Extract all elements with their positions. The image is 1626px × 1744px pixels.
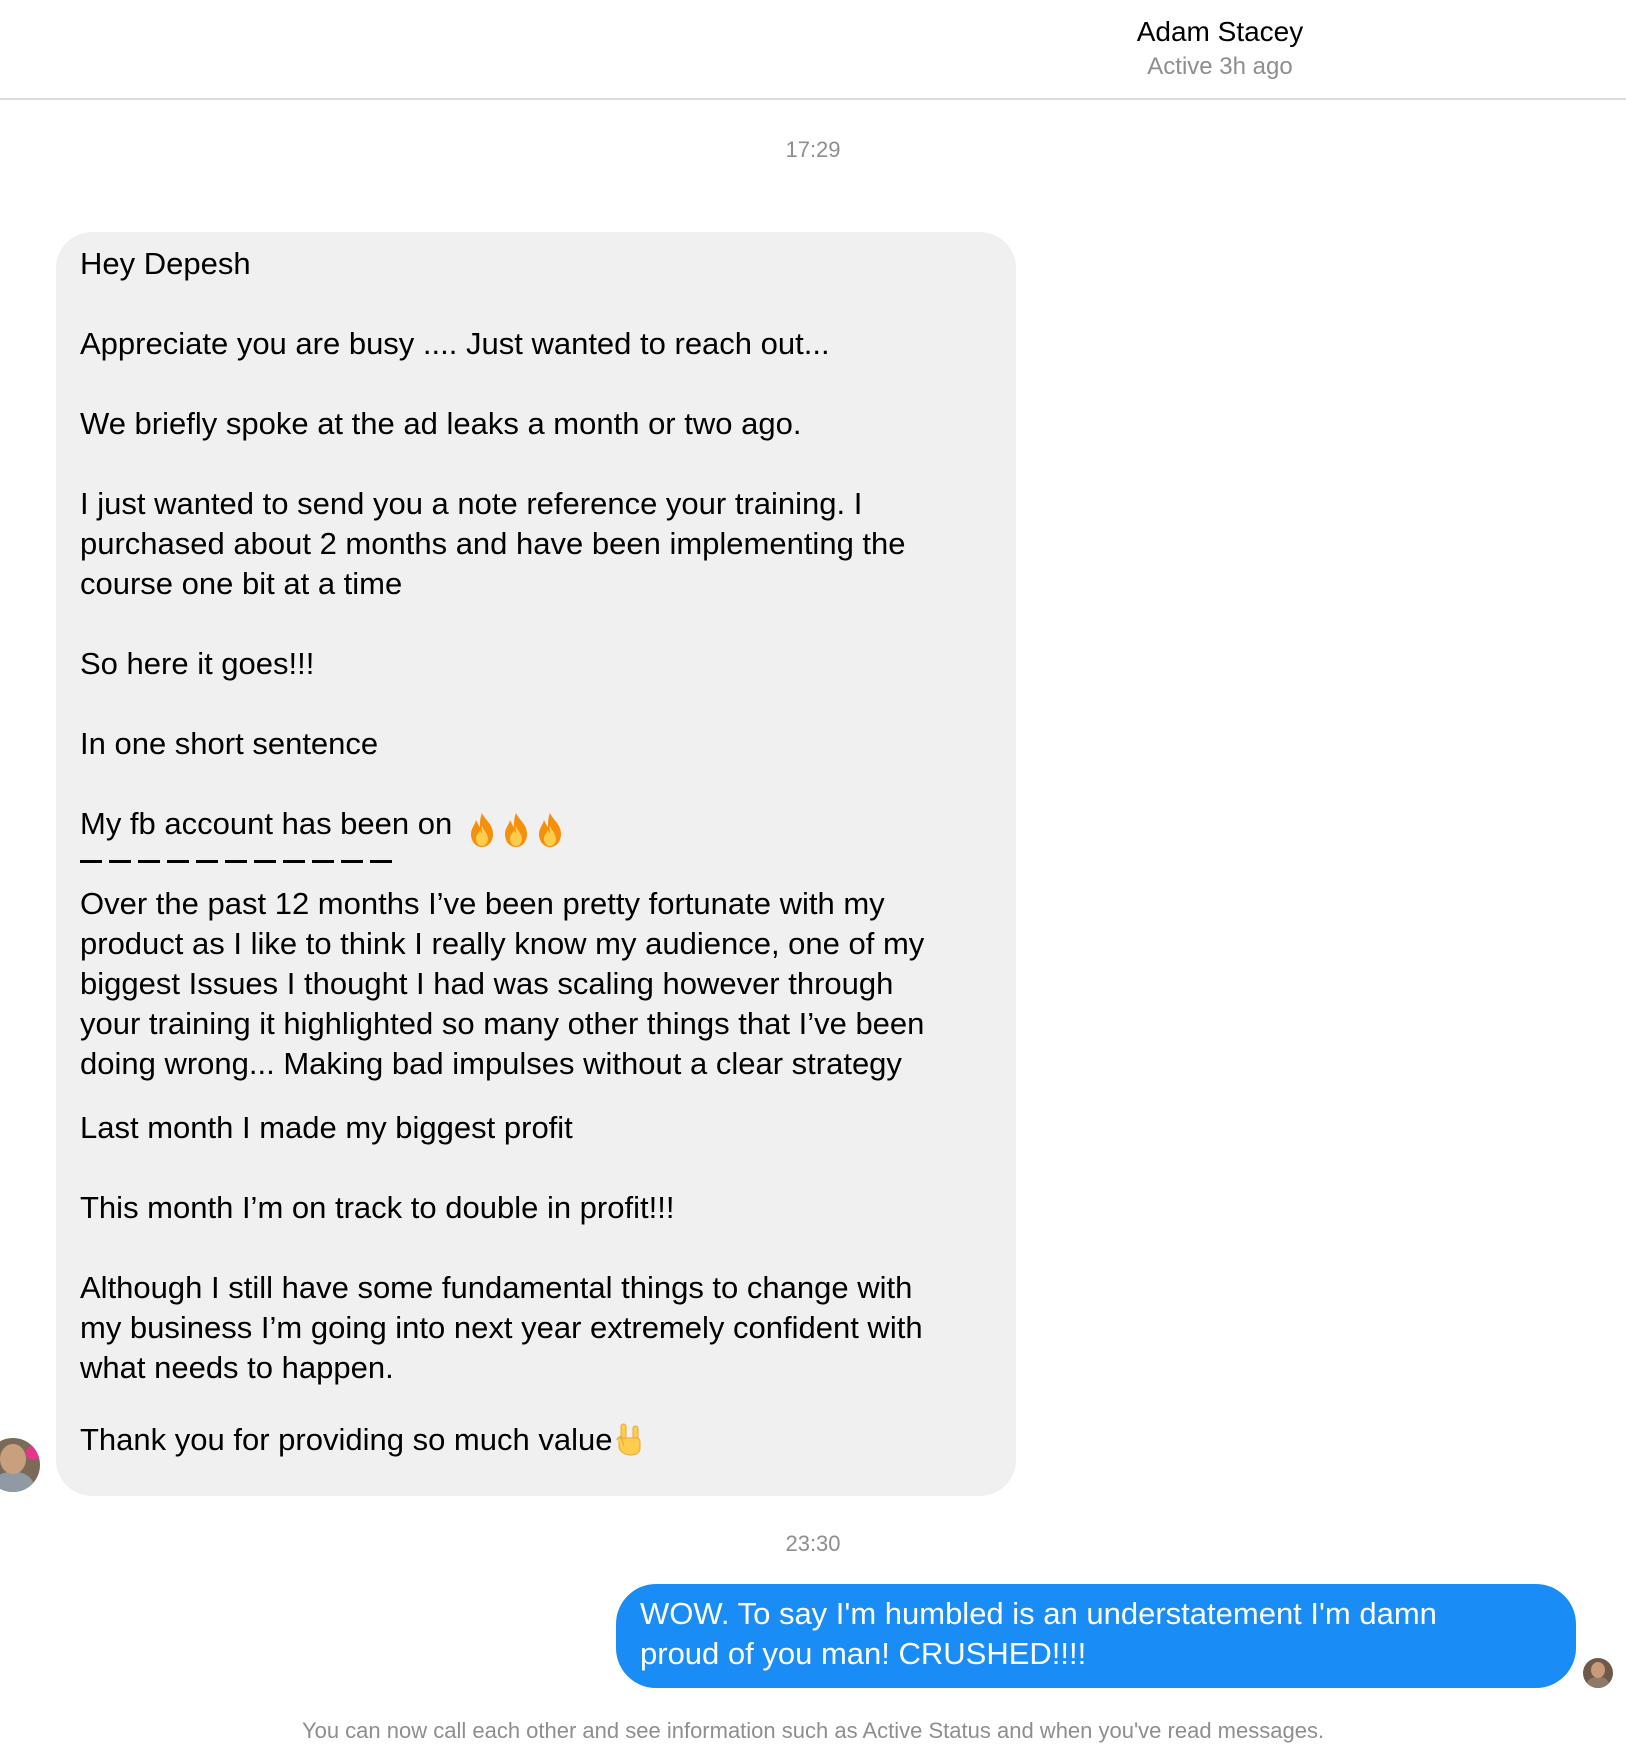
dash-separator (80, 844, 992, 884)
avatar-body (0, 1472, 36, 1492)
avatar-face (1591, 1662, 1605, 1678)
avatar-badge (26, 1446, 40, 1460)
message-line: biggest Issues I thought I had was scali… (80, 966, 894, 1001)
message-line-with-emoji: My fb account has been on (80, 804, 992, 847)
message-line: WOW. To say I'm humbled is an understate… (640, 1596, 1437, 1631)
avatar-body (1586, 1677, 1610, 1688)
avatar-face (0, 1444, 26, 1474)
message-line: Over the past 12 months I’ve been pretty… (80, 886, 885, 921)
message-line: In one short sentence (80, 726, 379, 761)
message-line: doing wrong... Making bad impulses witho… (80, 1046, 902, 1081)
message-line: Although I still have some fundamental t… (80, 1270, 913, 1305)
conversation-info-note: You can now call each other and see info… (301, 1718, 1325, 1743)
message-line: Hey Depesh (80, 246, 251, 281)
contact-avatar[interactable] (0, 1438, 40, 1492)
message-line: Last month I made my biggest profit (80, 1110, 573, 1145)
fire-icon (504, 812, 527, 847)
message-line: course one bit at a time (80, 566, 403, 601)
message-text: My fb account has been on (80, 806, 453, 841)
message-line: Appreciate you are busy .... Just wanted… (80, 326, 830, 361)
message-line: product as I like to think I really know… (80, 926, 925, 961)
conversation-header: Adam Stacey Active 3h ago (0, 0, 1626, 100)
outgoing-message-bubble[interactable]: WOW. To say I'm humbled is an understate… (616, 1584, 1576, 1688)
message-timestamp: 23:30 (785, 1531, 841, 1556)
active-status: Active 3h ago (1147, 53, 1293, 80)
rock-on-hand-icon (616, 1423, 641, 1456)
message-line-with-emoji: Thank you for providing so much value (80, 1420, 992, 1460)
message-line: your training it highlighted so many oth… (80, 1006, 925, 1041)
dashes (80, 860, 396, 863)
fire-emoji-group (467, 808, 569, 848)
message-line: So here it goes!!! (80, 646, 315, 681)
message-line: This month I’m on track to double in pro… (80, 1190, 675, 1225)
message-line: what needs to happen. (80, 1350, 394, 1385)
incoming-message-bubble[interactable]: Hey Depesh Appreciate you are busy .... … (56, 232, 1016, 1496)
message-line: I just wanted to send you a note referen… (80, 486, 863, 521)
contact-name[interactable]: Adam Stacey (1020, 14, 1420, 50)
message-line: We briefly spoke at the ad leaks a month… (80, 406, 802, 441)
message-line: my business I’m going into next year ext… (80, 1310, 923, 1345)
contact-info[interactable]: Adam Stacey Active 3h ago (1020, 14, 1420, 84)
read-receipt-avatar (1583, 1658, 1613, 1688)
fire-icon (470, 812, 493, 847)
fire-icon (538, 812, 561, 847)
message-timestamp: 17:29 (785, 137, 841, 162)
message-line: purchased about 2 months and have been i… (80, 526, 906, 561)
message-text: Thank you for providing so much value (80, 1422, 613, 1457)
message-line: proud of you man! CRUSHED!!!! (640, 1636, 1087, 1671)
